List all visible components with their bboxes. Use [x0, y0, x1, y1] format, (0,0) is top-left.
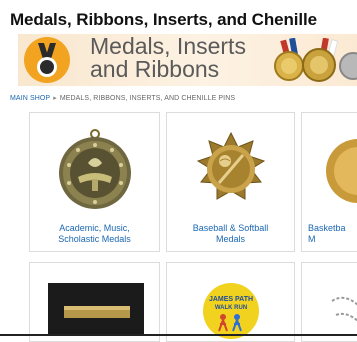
- chain-ribbon-icon: [331, 296, 357, 322]
- breadcrumb-main-shop-link[interactable]: MAIN SHOP: [10, 95, 50, 102]
- category-card-baseball[interactable]: Baseball & Softball Medals: [166, 112, 295, 252]
- medal-logo-icon: [24, 37, 70, 83]
- category-banner: Medals, Inserts and Ribbons: [18, 34, 357, 86]
- banner-heading: Medals, Inserts and Ribbons: [90, 34, 246, 82]
- category-card-academic[interactable]: Academic, Music, Scholastic Medals: [29, 112, 160, 252]
- page-title: Medals, Ribbons, Inserts, and Chenille: [10, 10, 317, 29]
- category-card-ribbons[interactable]: [301, 262, 357, 342]
- basketball-medal-icon: [326, 139, 357, 203]
- walk-run-medal-icon: JAMES PATH WALK RUN: [203, 283, 259, 339]
- gold-insert-plate-icon: [48, 283, 144, 335]
- breadcrumb-current: MEDALS, RIBBONS, INSERTS, AND CHENILLE P…: [59, 95, 236, 102]
- medal-text-line2: WALK RUN: [215, 305, 247, 311]
- breadcrumb: MAIN SHOP ▸ MEDALS, RIBBONS, INSERTS, AND …: [10, 94, 235, 102]
- category-card-label[interactable]: Academic, Music, Scholastic Medals: [30, 223, 159, 245]
- medals-art-icon: [274, 38, 357, 82]
- category-card-inserts[interactable]: [29, 262, 160, 342]
- breadcrumb-separator-icon: ▸: [53, 95, 57, 102]
- academic-medal-icon: [59, 129, 131, 209]
- baseball-medal-icon: [196, 131, 266, 200]
- category-card-basketball[interactable]: Basketba M: [301, 112, 357, 252]
- category-card-label[interactable]: Baseball & Softball Medals: [167, 223, 294, 245]
- category-card-label[interactable]: Basketba M: [308, 223, 357, 245]
- category-card-walk-run[interactable]: JAMES PATH WALK RUN: [166, 262, 295, 342]
- medal-text-line1: JAMES PATH: [209, 296, 253, 303]
